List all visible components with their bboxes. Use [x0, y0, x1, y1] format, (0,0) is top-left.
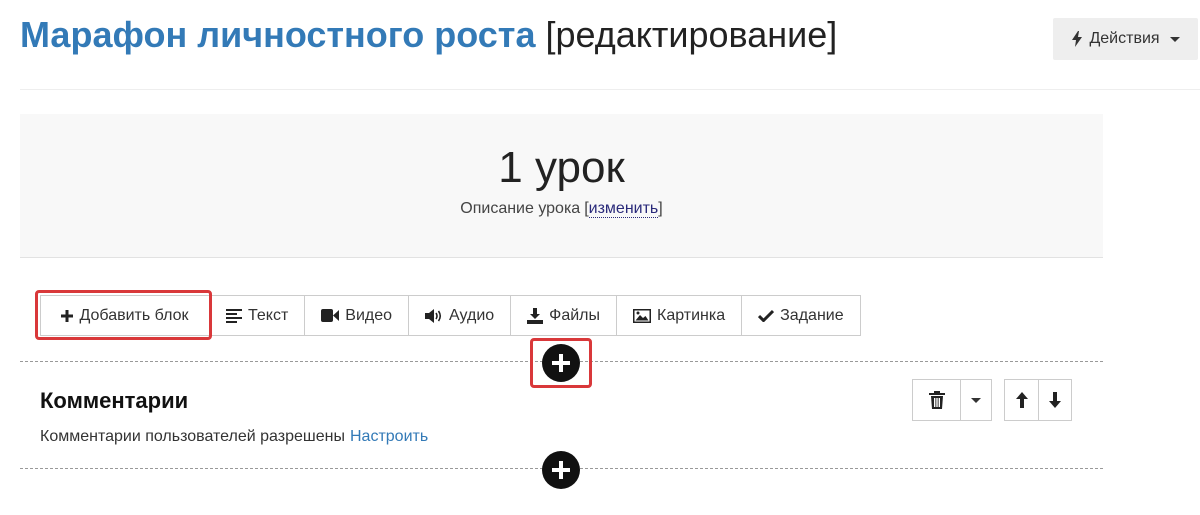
picture-block-button[interactable]: Картинка — [617, 295, 743, 336]
lesson-description: Описание урока — [460, 200, 581, 217]
block-toolbar: Добавить блок Текст Видео Аудио Файлы Ка… — [40, 295, 861, 336]
block-options-dropdown[interactable] — [961, 379, 992, 421]
add-block-label: Добавить блок — [79, 306, 189, 324]
page-title[interactable]: Марафон личностного роста — [20, 14, 535, 56]
block-delete-group — [912, 379, 992, 421]
text-block-button[interactable]: Текст — [210, 295, 306, 336]
plus-icon — [61, 309, 74, 322]
add-block-button[interactable]: Добавить блок — [40, 295, 210, 336]
comments-title: Комментарии — [40, 388, 189, 413]
delete-block-button[interactable] — [912, 379, 961, 421]
header-divider — [20, 89, 1200, 90]
volume-icon — [425, 308, 442, 323]
video-block-label: Видео — [345, 306, 393, 324]
edit-description-link[interactable]: изменить — [588, 200, 659, 218]
checkmark-icon — [758, 309, 775, 322]
plus-icon — [552, 354, 570, 372]
picture-icon — [633, 308, 652, 323]
actions-dropdown-button[interactable]: Действия — [1053, 18, 1198, 60]
task-block-button[interactable]: Задание — [742, 295, 861, 336]
caret-down-icon — [1169, 36, 1180, 42]
insert-block-button[interactable] — [542, 344, 580, 382]
video-block-button[interactable]: Видео — [305, 295, 410, 336]
edit-bracket-open: [изменить] — [584, 200, 663, 218]
lightning-icon — [1072, 31, 1083, 47]
video-camera-icon — [321, 309, 340, 322]
actions-label: Действия — [1089, 30, 1160, 47]
files-block-label: Файлы — [549, 306, 601, 324]
task-block-label: Задание — [780, 306, 844, 324]
comments-status-row: Комментарии пользователей разрешены Наст… — [40, 428, 428, 446]
text-block-label: Текст — [248, 306, 289, 324]
lesson-title: 1 урок — [498, 143, 625, 192]
block-move-group — [1004, 379, 1072, 421]
move-up-button[interactable] — [1004, 379, 1039, 421]
arrow-up-icon — [1015, 392, 1028, 408]
plus-icon — [552, 461, 570, 479]
configure-comments-link[interactable]: Настроить — [350, 428, 428, 446]
download-icon — [527, 307, 544, 324]
align-left-icon — [226, 308, 242, 323]
insert-block-button[interactable] — [542, 451, 580, 489]
audio-block-label: Аудио — [449, 306, 495, 324]
comments-status: Комментарии пользователей разрешены — [40, 428, 345, 445]
picture-block-label: Картинка — [657, 306, 726, 324]
files-block-button[interactable]: Файлы — [511, 295, 618, 336]
trash-icon — [928, 391, 945, 409]
lesson-header-panel: 1 урок Описание урока [изменить] — [20, 114, 1103, 258]
move-down-button[interactable] — [1039, 379, 1072, 421]
page-header: Марафон личностного роста [редактировани… — [20, 14, 837, 64]
caret-down-icon — [971, 397, 981, 403]
arrow-down-icon — [1049, 392, 1061, 408]
lesson-description-row: Описание урока [изменить] — [20, 200, 1103, 218]
edit-mode-label: [редактирование] — [545, 14, 838, 55]
audio-block-button[interactable]: Аудио — [409, 295, 512, 336]
